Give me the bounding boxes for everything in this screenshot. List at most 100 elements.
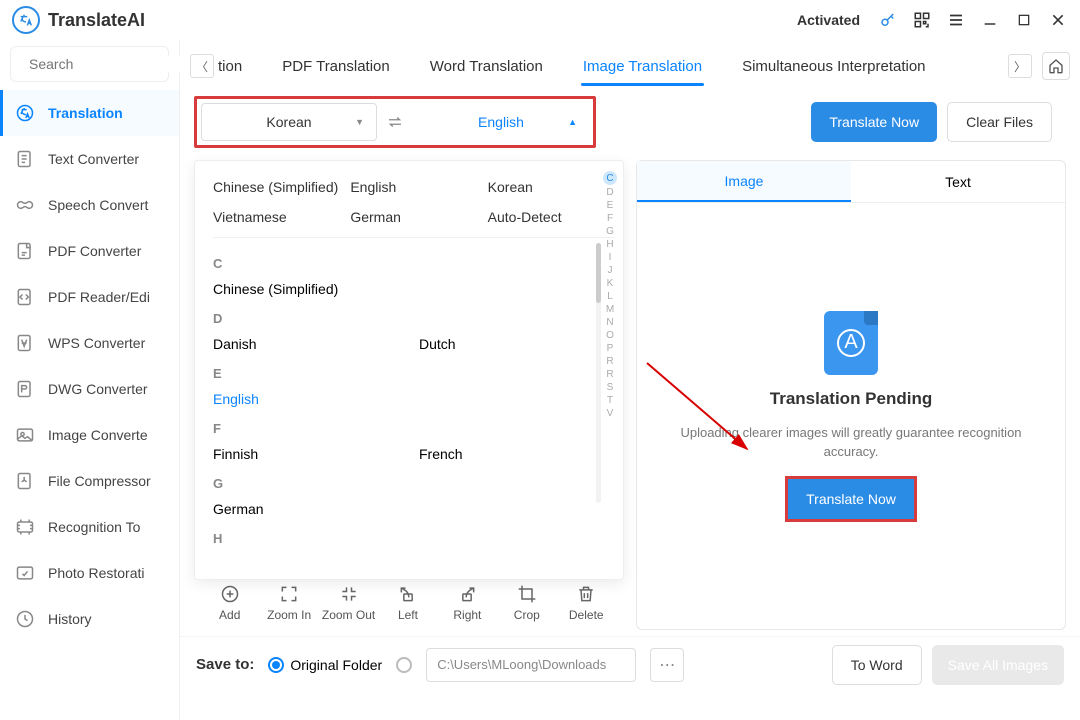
alpha-letter[interactable]: S [605,382,616,393]
tabs-scroll-left[interactable]: 〈 [190,54,214,78]
alpha-letter[interactable]: C [603,171,617,185]
sidebar-item-translation[interactable]: Translation [0,90,179,136]
alpha-letter[interactable]: K [605,278,616,289]
translate-now-panel-button[interactable]: Translate Now [788,479,914,519]
nav-icon [14,470,36,492]
tool-left[interactable]: Left [381,583,435,622]
menu-icon[interactable] [946,10,966,30]
lang-section-head: D [213,311,615,326]
tab-image-translation[interactable]: Image Translation [563,40,722,92]
alpha-letter[interactable]: R [604,369,615,380]
app-logo-icon [12,6,40,34]
to-word-button[interactable]: To Word [832,645,922,685]
sidebar-item-pdf-reader-edi[interactable]: PDF Reader/Edi [0,274,179,320]
alpha-letter[interactable]: R [604,356,615,367]
tool-delete[interactable]: Delete [559,583,613,622]
nav-icon [14,240,36,262]
alpha-letter[interactable]: M [604,304,616,315]
lang-recent-item[interactable]: Auto-Detect [488,205,615,229]
alpha-letter[interactable]: D [604,187,615,198]
sidebar-item-file-compressor[interactable]: File Compressor [0,458,179,504]
alpha-letter[interactable]: P [605,343,616,354]
sidebar-item-photo-restorati[interactable]: Photo Restorati [0,550,179,596]
lang-item[interactable]: Danish [213,332,409,356]
key-icon[interactable] [878,10,898,30]
sidebar-item-image-converte[interactable]: Image Converte [0,412,179,458]
lang-item[interactable]: Finnish [213,442,409,466]
clear-files-button[interactable]: Clear Files [947,102,1052,142]
target-language-button[interactable]: English ▲ [413,103,589,141]
sidebar-item-pdf-converter[interactable]: PDF Converter [0,228,179,274]
lang-item[interactable]: Chinese (Simplified) [213,277,409,301]
lang-recent-item[interactable]: Chinese (Simplified) [213,175,340,199]
sidebar-item-text-converter[interactable]: Text Converter [0,136,179,182]
sidebar-item-recognition-to[interactable]: Recognition To [0,504,179,550]
translate-now-button[interactable]: Translate Now [811,102,937,142]
alpha-letter[interactable]: T [605,395,615,406]
alpha-letter[interactable]: F [605,213,615,224]
tabs-scroll-right[interactable]: 〉 [1008,54,1032,78]
tool-add[interactable]: Add [203,583,257,622]
tool-icon [516,583,538,605]
alpha-letter[interactable]: G [604,226,616,237]
alpha-letter[interactable]: N [604,317,615,328]
activation-status: Activated [797,12,860,28]
title-bar: TranslateAI Activated [0,0,1080,40]
tool-icon [278,583,300,605]
search-box[interactable] [10,46,169,82]
right-tab-image[interactable]: Image [637,161,851,202]
alpha-letter[interactable]: V [605,408,616,419]
browse-path-button[interactable]: ⋯ [650,648,684,682]
swap-languages-button[interactable] [377,104,413,140]
pending-title: Translation Pending [770,389,932,409]
nav-icon [14,102,36,124]
document-icon: A [824,311,878,375]
lang-item[interactable]: German [213,497,409,521]
alpha-letter[interactable]: I [607,252,614,263]
save-all-images-button[interactable]: Save All Images [932,645,1064,685]
lang-item[interactable]: French [419,442,615,466]
minimize-icon[interactable] [980,10,1000,30]
tool-zoom-in[interactable]: Zoom In [262,583,316,622]
tab-word-translation[interactable]: Word Translation [410,40,563,92]
home-icon[interactable] [1042,52,1070,80]
lang-recent-item[interactable]: Korean [488,175,615,199]
sidebar-item-speech-convert[interactable]: Speech Convert [0,182,179,228]
radio-custom-path[interactable] [396,657,412,673]
alpha-index[interactable]: CDEFGHIJKLMNOPRRSTV [603,171,617,419]
lang-item[interactable]: English [213,387,409,411]
qr-icon[interactable] [912,10,932,30]
tool-zoom-out[interactable]: Zoom Out [322,583,376,622]
save-path-field[interactable]: C:\Users\MLoong\Downloads [426,648,636,682]
source-language-button[interactable]: Korean ▼ [201,103,377,141]
sidebar-item-history[interactable]: History [0,596,179,642]
tool-icon [397,583,419,605]
close-icon[interactable] [1048,10,1068,30]
alpha-letter[interactable]: O [604,330,616,341]
lang-recent-item[interactable]: English [350,175,477,199]
nav-icon [14,608,36,630]
dropdown-scrollbar[interactable] [596,243,601,503]
tool-right[interactable]: Right [440,583,494,622]
alpha-letter[interactable]: E [605,200,616,211]
alpha-letter[interactable]: H [604,239,615,250]
right-tab-text[interactable]: Text [851,161,1065,202]
maximize-icon[interactable] [1014,10,1034,30]
nav-icon [14,286,36,308]
lang-recent-item[interactable]: Vietnamese [213,205,340,229]
tool-crop[interactable]: Crop [500,583,554,622]
lang-item[interactable]: Dutch [419,332,615,356]
tab-partial[interactable]: tion [214,40,262,92]
pending-subtitle: Uploading clearer images will greatly gu… [657,423,1045,462]
sidebar-item-dwg-converter[interactable]: DWG Converter [0,366,179,412]
nav-icon [14,378,36,400]
tool-icon [338,583,360,605]
sidebar-item-wps-converter[interactable]: WPS Converter [0,320,179,366]
lang-recent-item[interactable]: German [350,205,477,229]
radio-original-folder[interactable]: Original Folder [268,657,382,673]
alpha-letter[interactable]: L [605,291,615,302]
tab-simultaneous-interpretation[interactable]: Simultaneous Interpretation [722,40,945,92]
lang-section-head: G [213,476,615,491]
alpha-letter[interactable]: J [606,265,615,276]
tab-pdf-translation[interactable]: PDF Translation [262,40,410,92]
